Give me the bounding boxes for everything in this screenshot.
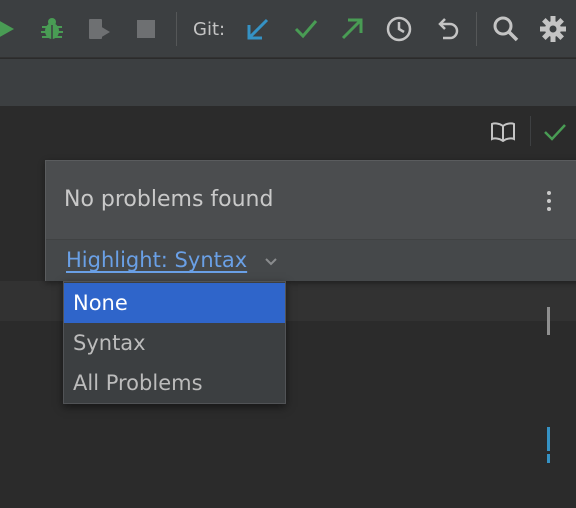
run-icon[interactable] [0, 13, 22, 45]
problems-popup: No problems found Highlight: Syntax [45, 160, 576, 281]
rollback-icon[interactable] [431, 13, 463, 45]
editor-separator [530, 116, 531, 146]
menu-item-syntax[interactable]: Syntax [64, 323, 285, 363]
git-push-icon[interactable] [336, 13, 368, 45]
checkmark-icon[interactable] [540, 118, 570, 146]
toolbar-separator [476, 12, 477, 46]
menu-item-none[interactable]: None [64, 283, 285, 323]
scrollbar-marker [547, 454, 550, 463]
stop-icon[interactable] [130, 13, 162, 45]
chevron-down-icon[interactable] [262, 252, 280, 270]
more-vertical-icon[interactable] [538, 187, 560, 215]
git-update-icon[interactable] [242, 13, 274, 45]
editor-tab-strip [0, 59, 576, 107]
history-icon[interactable] [383, 13, 415, 45]
highlight-level-link[interactable]: Highlight: Syntax [66, 248, 247, 272]
settings-icon[interactable] [537, 13, 569, 45]
problems-status: No problems found [64, 187, 274, 212]
main-toolbar: Git: [0, 0, 576, 58]
debug-icon[interactable] [36, 13, 68, 45]
book-icon[interactable] [488, 118, 518, 146]
git-label: Git: [193, 19, 226, 40]
scrollbar-marker [547, 427, 550, 451]
search-icon[interactable] [490, 13, 522, 45]
scrollbar-marker [547, 307, 550, 335]
highlight-level-menu: None Syntax All Problems [63, 281, 286, 404]
popup-footer: Highlight: Syntax [46, 239, 576, 281]
attach-debugger-icon[interactable] [84, 13, 116, 45]
menu-item-all-problems[interactable]: All Problems [64, 363, 285, 403]
toolbar-separator [176, 12, 177, 46]
git-commit-icon[interactable] [290, 13, 322, 45]
